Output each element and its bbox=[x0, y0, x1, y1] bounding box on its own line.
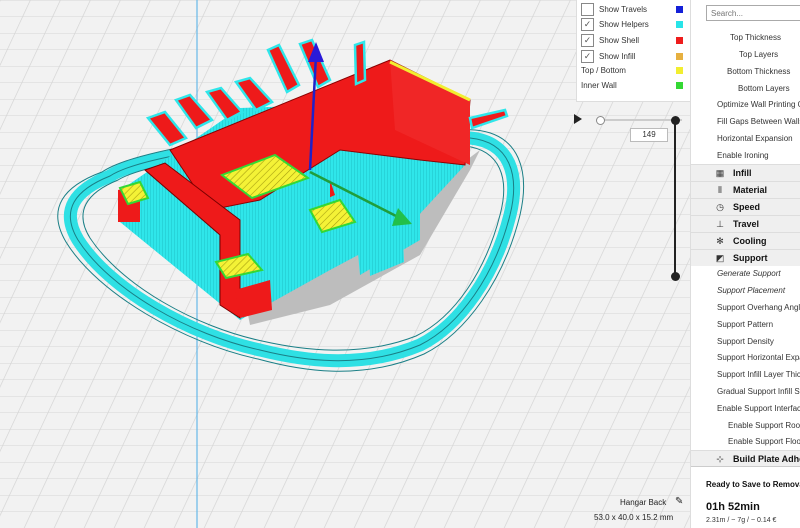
legend-swatch bbox=[676, 66, 683, 74]
pencil-icon[interactable]: ✎ bbox=[675, 496, 685, 507]
speed-icon: ◷ bbox=[716, 202, 724, 212]
setting-support-placement[interactable]: Support Placement bbox=[717, 282, 800, 299]
setting-enable-support-roof[interactable]: Enable Support Roof bbox=[728, 417, 800, 434]
legend-swatch bbox=[676, 36, 683, 44]
legend-show-helpers[interactable]: ✓ Show Helpers bbox=[577, 16, 691, 32]
show-travels-checkbox[interactable] bbox=[581, 2, 594, 16]
category-travel[interactable]: ⊥ Travel bbox=[691, 215, 800, 232]
view-legend-panel: Show Travels ✓ Show Helpers ✓ Show Shell… bbox=[576, 0, 690, 102]
infill-icon: ▦ bbox=[715, 168, 725, 178]
support-icon: ◩ bbox=[715, 253, 725, 263]
category-label: Cooling bbox=[733, 236, 767, 246]
legend-label: Inner Wall bbox=[581, 80, 617, 90]
category-label: Material bbox=[733, 185, 768, 195]
object-dimensions: 53.0 x 40.0 x 15.2 mm bbox=[594, 513, 674, 522]
category-label: Travel bbox=[733, 219, 760, 229]
setting-support-horizontal-expansion[interactable]: Support Horizontal Expansion bbox=[717, 349, 800, 366]
object-name: Hangar Back bbox=[620, 498, 667, 507]
setting-fill-gaps[interactable]: Fill Gaps Between Walls bbox=[717, 113, 800, 130]
setting-support-overhang-angle[interactable]: Support Overhang Angle bbox=[717, 299, 800, 316]
category-support[interactable]: ◩ Support bbox=[691, 249, 800, 266]
layer-vertical-track[interactable] bbox=[674, 120, 676, 276]
layer-bottom-handle[interactable] bbox=[671, 272, 680, 281]
show-shell-checkbox[interactable]: ✓ bbox=[581, 33, 594, 47]
show-infill-checkbox[interactable]: ✓ bbox=[581, 49, 594, 63]
legend-swatch bbox=[676, 20, 683, 28]
category-material[interactable]: ⦀ Material bbox=[691, 181, 800, 198]
cooling-icon: ✻ bbox=[716, 236, 724, 246]
legend-label: Show Helpers bbox=[599, 19, 649, 29]
setting-bottom-thickness[interactable]: Bottom Thickness bbox=[727, 63, 800, 80]
setting-generate-support[interactable]: Generate Support bbox=[717, 265, 800, 282]
legend-inner-wall: Inner Wall bbox=[577, 77, 691, 93]
save-status-text: Ready to Save to Removable Drive bbox=[706, 480, 800, 489]
category-label: Build Plate Adhesion bbox=[733, 454, 800, 464]
category-label: Support bbox=[733, 253, 768, 263]
layer-slider: 149 bbox=[570, 110, 690, 285]
setting-top-layers[interactable]: Top Layers bbox=[739, 46, 800, 63]
current-layer-field[interactable]: 149 bbox=[630, 128, 668, 142]
settings-sidebar: Top Thickness Top Layers Bottom Thicknes… bbox=[690, 0, 800, 528]
print-time[interactable]: 01h 52min bbox=[706, 501, 760, 513]
material-icon: ⦀ bbox=[718, 185, 722, 195]
setting-bottom-layers[interactable]: Bottom Layers bbox=[738, 80, 800, 97]
setting-gradual-support-infill[interactable]: Gradual Support Infill Steps bbox=[717, 383, 800, 400]
play-icon[interactable] bbox=[574, 114, 582, 124]
legend-top-bottom: Top / Bottom bbox=[577, 62, 691, 78]
show-helpers-checkbox[interactable]: ✓ bbox=[581, 17, 594, 31]
category-label: Speed bbox=[733, 202, 761, 212]
settings-search-input[interactable] bbox=[706, 5, 800, 21]
adhesion-icon: ⊹ bbox=[716, 454, 724, 464]
category-infill[interactable]: ▦ Infill bbox=[691, 164, 800, 181]
print-summary: Ready to Save to Removable Drive 01h 52m… bbox=[691, 466, 800, 528]
setting-enable-ironing[interactable]: Enable Ironing bbox=[717, 147, 800, 164]
setting-support-density[interactable]: Support Density bbox=[717, 333, 800, 350]
setting-horizontal-expansion[interactable]: Horizontal Expansion bbox=[717, 130, 800, 147]
layer-start-handle[interactable] bbox=[596, 116, 605, 125]
category-speed[interactable]: ◷ Speed bbox=[691, 198, 800, 215]
legend-label: Top / Bottom bbox=[581, 65, 626, 75]
setting-top-thickness[interactable]: Top Thickness bbox=[730, 29, 800, 46]
legend-show-shell[interactable]: ✓ Show Shell bbox=[577, 32, 691, 48]
travel-icon: ⊥ bbox=[716, 219, 724, 229]
legend-label: Show Infill bbox=[599, 51, 636, 61]
legend-swatch bbox=[676, 52, 683, 60]
category-build-plate-adhesion[interactable]: ⊹ Build Plate Adhesion bbox=[691, 450, 800, 467]
setting-enable-support-interface[interactable]: Enable Support Interface bbox=[717, 400, 800, 417]
category-label: Infill bbox=[733, 168, 752, 178]
setting-support-pattern[interactable]: Support Pattern bbox=[717, 316, 800, 333]
legend-show-travels[interactable]: Show Travels bbox=[577, 1, 691, 17]
legend-label: Show Shell bbox=[599, 35, 640, 45]
legend-swatch bbox=[676, 5, 683, 13]
legend-swatch bbox=[676, 81, 683, 89]
category-cooling[interactable]: ✻ Cooling bbox=[691, 232, 800, 249]
setting-support-infill-layer-thickness[interactable]: Support Infill Layer Thickness bbox=[717, 366, 800, 383]
setting-enable-support-floor[interactable]: Enable Support Floor bbox=[728, 433, 800, 450]
legend-label: Show Travels bbox=[599, 4, 648, 14]
layer-range-track[interactable] bbox=[598, 119, 682, 121]
print-material-cost: 2.31m / ~ 7g / ~ 0.14 € bbox=[706, 517, 777, 524]
setting-optimize-wall-order[interactable]: Optimize Wall Printing Order bbox=[717, 96, 800, 113]
